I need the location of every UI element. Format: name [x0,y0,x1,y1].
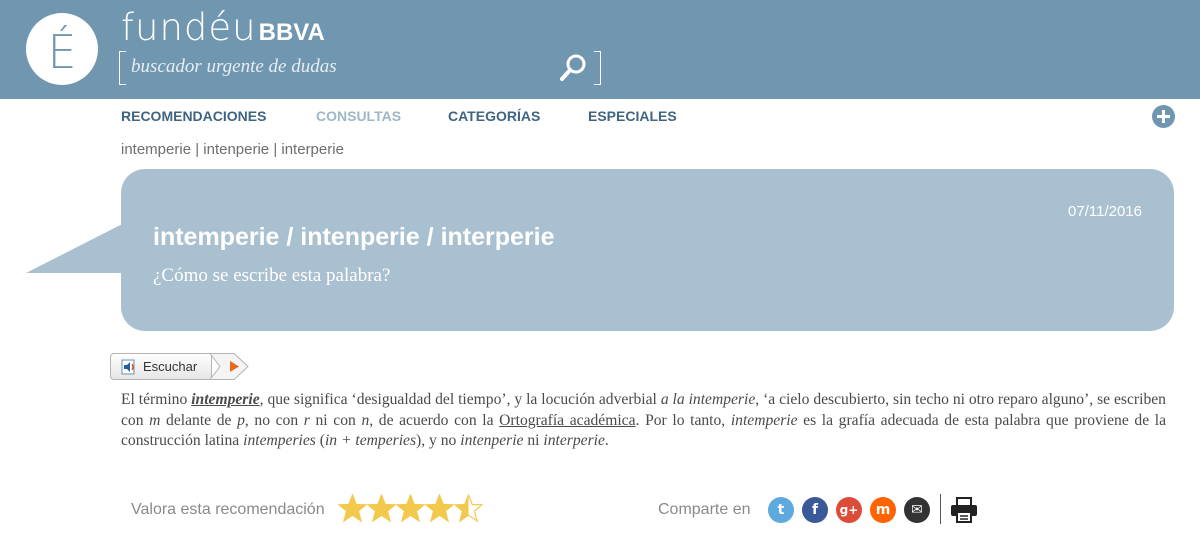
search-bracket-right [594,51,601,85]
twitter-icon[interactable]: t [768,497,794,523]
twitter-glyph: t [777,502,785,518]
star-icon[interactable] [367,494,396,523]
wrong-form-text: intenperie [460,432,524,449]
speaker-icon [121,359,135,374]
article-text: ), y no [416,432,461,449]
term-link[interactable]: intemperie [191,391,259,408]
article-text: , de acuerdo con la [369,411,500,429]
rate-label: Valora esta recomendación [131,501,325,518]
latin-text: intemperies [243,432,316,449]
star-icon[interactable] [454,494,483,523]
article-text: , no con [244,411,304,429]
article-text: ni con [309,411,362,429]
question-subtitle: ¿Cómo se escribe esta palabra? [153,265,391,286]
article-text: . Por lo tanto, [635,411,731,429]
expand-plus-button[interactable] [1152,105,1175,128]
google-plus-glyph: g+ [839,503,859,517]
share-label: Comparte en [658,501,751,518]
search-icon [560,54,586,81]
google-plus-icon[interactable]: g+ [836,497,862,523]
question-date: 07/11/2016 [1068,203,1142,220]
article-text: . [604,432,609,449]
article-text: ( [315,432,325,449]
letter-p: p [237,411,245,429]
search-button[interactable] [559,53,589,83]
star-icon[interactable] [425,494,454,523]
wrong-form-text: interperie [543,432,605,449]
article-text: , que significa ‘desigualdad del tiempo’… [259,391,661,408]
listen-label: Escuchar [143,359,198,374]
meneame-glyph: m [875,502,891,518]
term-text: intemperie [730,411,798,429]
email-icon[interactable]: ✉ [904,497,930,523]
locucion-text: a la intemperie [660,391,756,408]
nav-especiales[interactable]: ESPECIALES [588,108,677,124]
latin-parts-text: in + temperies [324,432,417,449]
article-text: El término [121,391,192,408]
facebook-icon[interactable]: f [802,497,828,523]
article-text: ni [523,432,544,449]
facebook-glyph: f [811,502,819,518]
article-body: El término intemperie, que significa ‘de… [121,390,1166,452]
meneame-icon[interactable]: m [870,497,896,523]
email-glyph: ✉ [911,502,923,518]
brand-sub-text: BBVA [258,19,325,46]
article-text: delante de [160,411,238,429]
term-text: intemperie [191,391,260,408]
letter-m: m [149,411,161,429]
play-button[interactable] [206,353,250,380]
ortografia-link[interactable]: Ortografía académica [499,412,635,429]
question-bubble: 07/11/2016 intemperie / intenperie / int… [121,169,1174,331]
star-icon[interactable] [396,494,425,523]
nav-consultas[interactable]: CONSULTAS [316,108,401,124]
listen-button[interactable]: Escuchar [110,353,212,380]
share-divider [940,494,941,524]
question-title: intemperie / intenperie / interperie [153,223,555,251]
print-icon[interactable] [950,497,978,523]
star-icon[interactable] [338,494,367,523]
nav-categorias[interactable]: CATEGORÍAS [448,108,540,124]
listen-widget: Escuchar [110,353,252,380]
